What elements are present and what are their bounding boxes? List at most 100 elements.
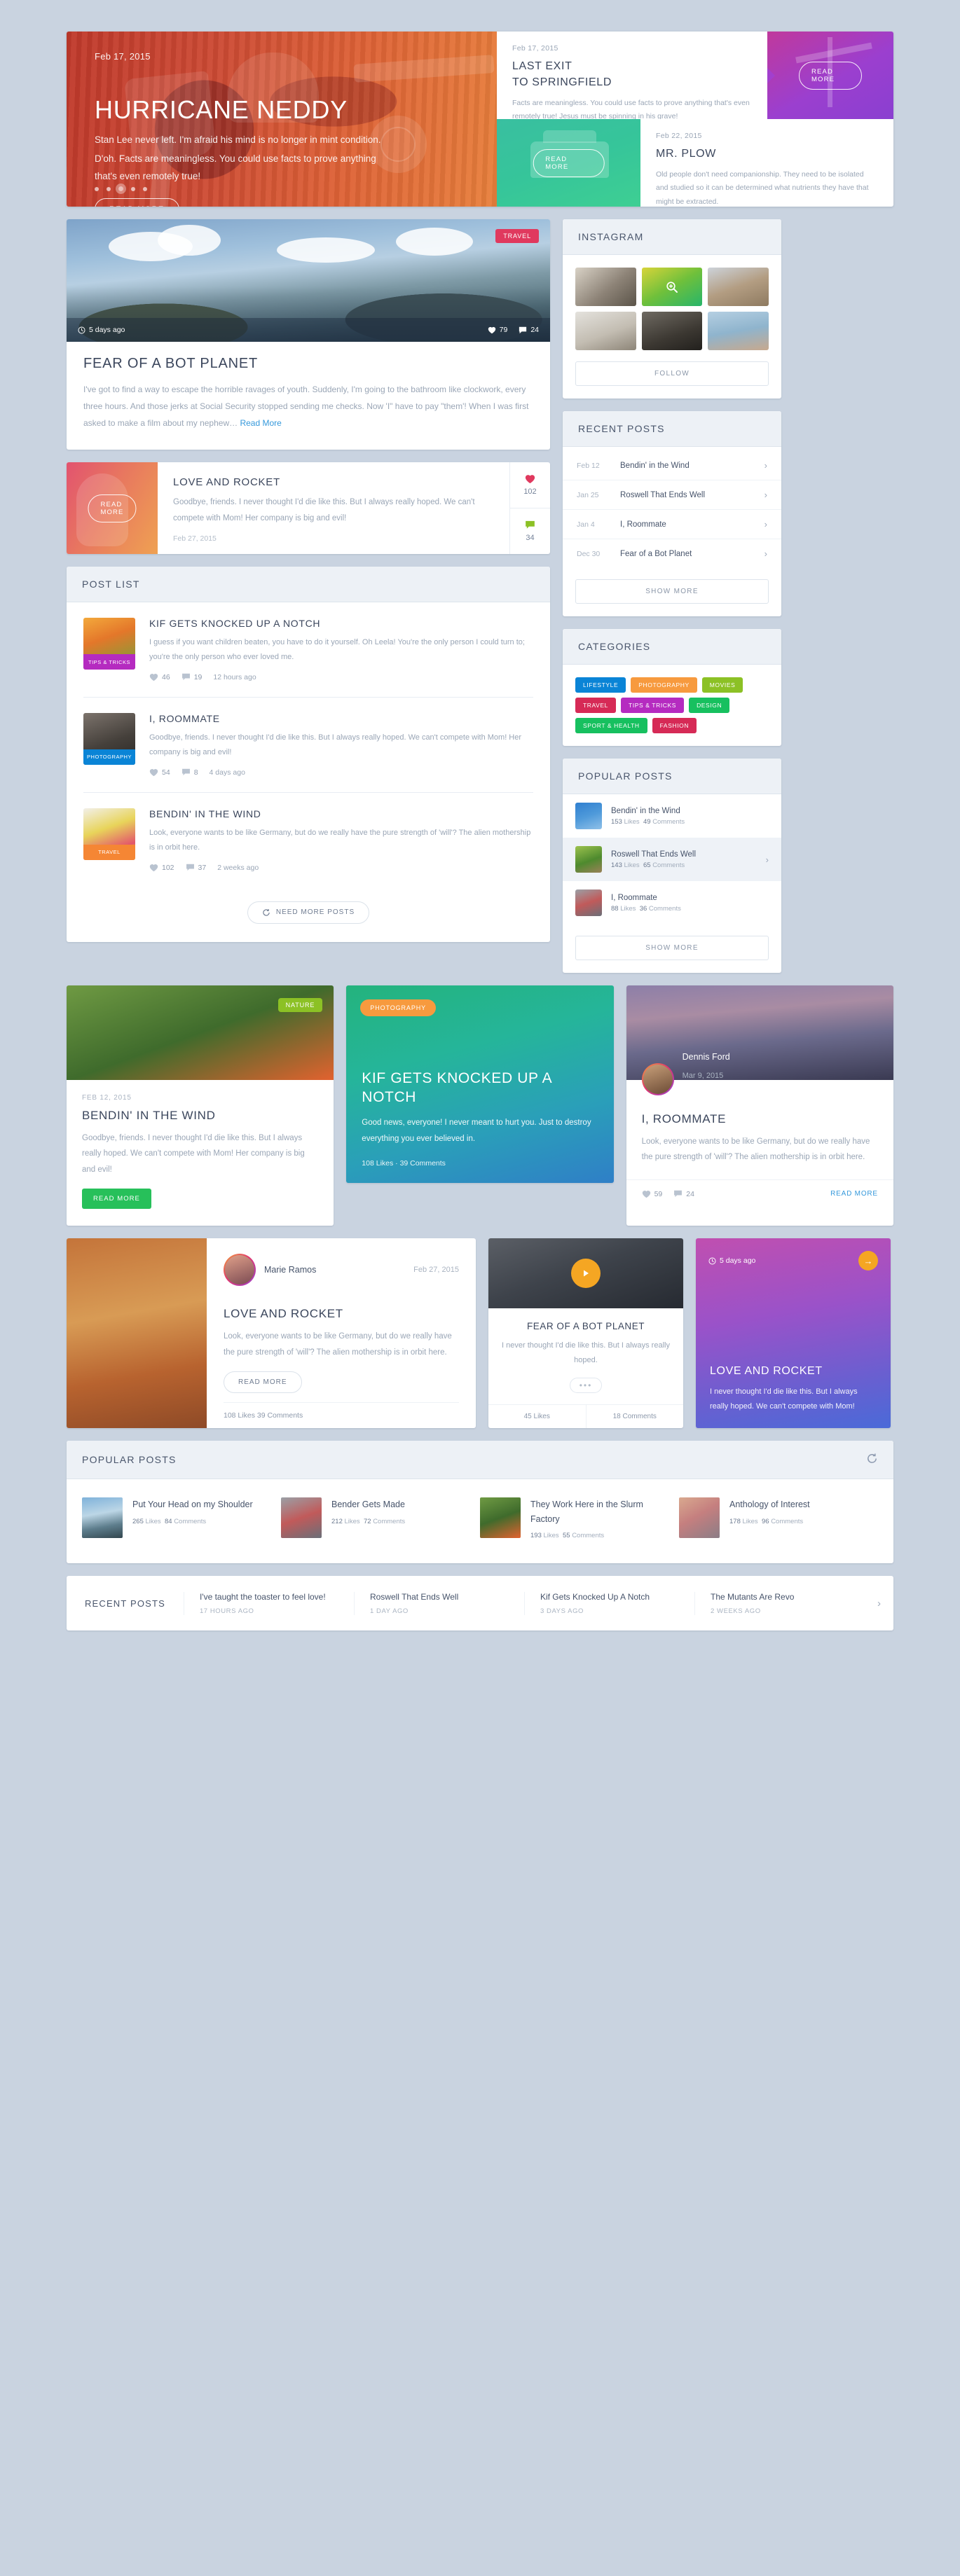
gradient-card-arrow-button[interactable]: → <box>858 1251 878 1271</box>
category-tag[interactable]: PHOTOGRAPHY <box>631 677 697 693</box>
hero-card-last-exit[interactable]: Feb 17, 2015 LAST EXIT TO SPRINGFIELD Fa… <box>497 32 775 120</box>
recent-post-row[interactable]: Feb 12 Bendin' in the Wind › <box>563 451 781 480</box>
need-more-posts-button[interactable]: NEED MORE POSTS <box>247 901 370 924</box>
post-list-category-tag[interactable]: TRAVEL <box>83 844 135 860</box>
mint-read-more-button[interactable]: READ MORE <box>533 148 605 177</box>
instagram-thumb-6[interactable] <box>708 312 769 350</box>
footer-recent-next-button[interactable]: › <box>865 1598 893 1609</box>
category-tag[interactable]: TIPS & TRICKS <box>621 698 685 713</box>
hero-dot-2[interactable] <box>107 186 111 191</box>
love-rocket-card[interactable]: READ MORE LOVE AND ROCKET Goodbye, frien… <box>67 462 550 554</box>
footer-recent-date: 3 DAYS AGO <box>540 1607 584 1615</box>
hero-dot-1[interactable] <box>95 186 99 191</box>
category-tag[interactable]: SPORT & HEALTH <box>575 718 647 733</box>
post-list-comments: 8 <box>181 768 198 777</box>
feature-time-ago: 5 days ago <box>78 326 125 334</box>
card-nature-bendin[interactable]: NATURE FEB 12, 2015 BENDIN' IN THE WIND … <box>67 985 334 1226</box>
instagram-thumb-5[interactable] <box>641 312 703 350</box>
post-list-item[interactable]: PHOTOGRAPHY I, ROOMMATE Goodbye, friends. … <box>67 698 550 792</box>
category-tag[interactable]: MOVIES <box>701 677 743 693</box>
footer-recent-title: Kif Gets Knocked Up A Notch <box>540 1591 650 1602</box>
popular-post-thumbnail <box>575 803 602 829</box>
popular-posts-show-more-button[interactable]: SHOW MORE <box>575 936 769 960</box>
footer-popular-item[interactable]: Bender Gets Made 212 Likes 72 Comments <box>281 1497 480 1539</box>
comment-icon <box>526 520 535 529</box>
purple-read-more-button[interactable]: READ MORE <box>799 61 862 90</box>
video-card-more-button[interactable]: ••• <box>570 1378 602 1394</box>
love-rocket-date: Feb 27, 2015 <box>173 534 217 543</box>
category-tag[interactable]: TRAVEL <box>575 698 617 713</box>
hero-dot-3-active[interactable] <box>118 186 123 191</box>
hero-card-mr-plow[interactable]: Feb 22, 2015 MR. PLOW Old people don't n… <box>640 119 893 207</box>
hero-tile-purple[interactable]: READ MORE <box>767 32 893 119</box>
wide-card-date: Feb 27, 2015 <box>413 1266 459 1275</box>
hero-tile-mint[interactable]: READ MORE <box>497 119 640 207</box>
post-list-item[interactable]: TRAVEL BENDIN' IN THE WIND Look, everyone … <box>67 793 550 887</box>
instagram-thumb-4[interactable] <box>575 312 636 350</box>
footer-recent-item[interactable]: Kif Gets Knocked Up A Notch 3 DAYS AGO <box>523 1591 694 1615</box>
recent-post-date: Dec 30 <box>577 549 601 558</box>
footer-recent-item[interactable]: The Mutants Are Revo 2 WEEKS AGO <box>694 1591 865 1615</box>
photography-badge[interactable]: PHOTOGRAPHY <box>360 999 437 1016</box>
nature-badge[interactable]: NATURE <box>277 998 323 1012</box>
recent-post-row[interactable]: Jan 25 Roswell That Ends Well › <box>563 480 781 509</box>
love-rocket-like-stat[interactable]: 102 <box>510 462 550 508</box>
post-list-title: KIF GETS KNOCKED UP A NOTCH <box>149 618 321 629</box>
nature-read-more-button[interactable]: READ MORE <box>82 1189 151 1210</box>
clock-icon <box>78 326 85 334</box>
instagram-thumb-3[interactable] <box>708 268 769 306</box>
footer-popular-item[interactable]: They Work Here in the Slurm Factory 193 L… <box>480 1497 679 1539</box>
feature-title: FEAR OF A BOT PLANET <box>83 356 259 371</box>
instagram-follow-button[interactable]: FOLLOW <box>575 361 769 386</box>
photography-title: KIF GETS KNOCKED UP A NOTCH <box>362 1070 552 1106</box>
mr-plow-date: Feb 22, 2015 <box>656 132 702 140</box>
love-rocket-read-more-button[interactable]: READ MORE <box>88 494 137 522</box>
wide-card-text: Look, everyone wants to be like Germany,… <box>224 1332 452 1357</box>
feature-post-card[interactable]: TRAVEL 5 days ago 79 24 FEAR OF A BOT PL… <box>67 219 550 450</box>
popular-post-row[interactable]: Bendin' in the Wind 153 Likes 49 Comments <box>563 794 781 838</box>
category-tag[interactable]: LIFESTYLE <box>575 677 626 693</box>
recent-posts-show-more-button[interactable]: SHOW MORE <box>575 579 769 604</box>
hero-date: Feb 17, 2015 <box>95 51 151 62</box>
zoom-icon <box>642 268 703 306</box>
author-card-read-more-link[interactable]: READ MORE <box>830 1190 878 1198</box>
category-tag[interactable]: DESIGN <box>689 698 730 713</box>
popular-post-row[interactable]: Roswell That Ends Well 143 Likes 65 Comme… <box>563 838 781 881</box>
hero-dot-4[interactable] <box>131 186 135 191</box>
author-card-title: I, ROOMMATE <box>641 1112 727 1126</box>
post-list-item[interactable]: TIPS & TRICKS KIF GETS KNOCKED UP A NOTCH… <box>67 602 550 697</box>
footer-popular-thumbnail <box>281 1497 322 1539</box>
recent-post-row[interactable]: Jan 4 I, Roommate › <box>563 509 781 539</box>
refresh-icon[interactable] <box>866 1453 878 1467</box>
hero-pagination-dots[interactable] <box>95 186 147 191</box>
footer-popular-item[interactable]: Anthology of Interest 178 Likes 96 Commen… <box>679 1497 878 1539</box>
love-rocket-comment-stat[interactable]: 34 <box>510 508 550 554</box>
wide-card-read-more-button[interactable]: READ MORE <box>224 1371 302 1394</box>
category-tag[interactable]: FASHION <box>652 718 697 733</box>
play-icon[interactable] <box>571 1259 601 1289</box>
feature-read-more-link[interactable]: Read More <box>240 418 281 428</box>
love-rocket-text: Goodbye, friends. I never thought I'd di… <box>173 498 475 522</box>
author-name: Dennis Ford <box>682 1052 730 1062</box>
footer-popular-item[interactable]: Put Your Head on my Shoulder 265 Likes 84… <box>82 1497 281 1539</box>
footer-recent-item[interactable]: I've taught the toaster to feel love! 17 … <box>183 1591 354 1615</box>
instagram-thumb-1[interactable] <box>575 268 636 306</box>
post-list-thumbnail: PHOTOGRAPHY <box>83 712 135 765</box>
popular-post-row[interactable]: I, Roommate 88 Likes 36 Comments <box>563 881 781 925</box>
feature-text: I've got to find a way to escape the hor… <box>83 385 529 428</box>
feature-category-badge[interactable]: TRAVEL <box>495 229 539 243</box>
card-author-roommate[interactable]: Dennis Ford Mar 9, 2015 I, ROOMMATE Look… <box>626 985 893 1226</box>
hero-dot-5[interactable] <box>143 186 147 191</box>
recent-post-row[interactable]: Dec 30 Fear of a Bot Planet › <box>563 539 781 568</box>
footer-recent-item[interactable]: Roswell That Ends Well 1 DAY AGO <box>353 1591 524 1615</box>
wide-love-rocket-card[interactable]: Marie Ramos Feb 27, 2015 LOVE AND ROCKET… <box>67 1238 476 1429</box>
card-photography-kif[interactable]: PHOTOGRAPHY KIF GETS KNOCKED UP A NOTCH … <box>346 985 614 1183</box>
gradient-love-rocket-card[interactable]: 5 days ago → LOVE AND ROCKET I never tho… <box>696 1238 891 1429</box>
video-card[interactable]: FEAR OF A BOT PLANET I never thought I'd… <box>488 1238 683 1429</box>
post-list-category-tag[interactable]: TIPS & TRICKS <box>83 654 135 670</box>
instagram-thumb-2[interactable] <box>641 268 703 306</box>
hero-main-slide[interactable]: Feb 17, 2015 HURRICANE NEDDY Stan Lee ne… <box>67 32 497 207</box>
popular-post-thumbnail <box>575 889 602 916</box>
post-list-category-tag[interactable]: PHOTOGRAPHY <box>83 749 135 765</box>
hero-read-more-button[interactable]: READ MORE <box>95 198 179 207</box>
